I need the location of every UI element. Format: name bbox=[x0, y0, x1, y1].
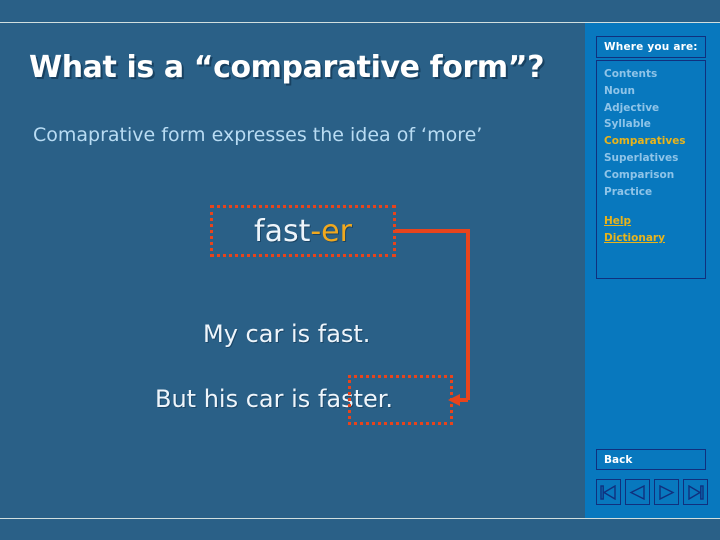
last-icon bbox=[688, 484, 704, 500]
next-slide-button[interactable] bbox=[654, 479, 679, 505]
previous-slide-button[interactable] bbox=[625, 479, 650, 505]
dictionary-link[interactable]: Dictionary bbox=[604, 230, 705, 247]
example-sentence-positive: My car is fast. bbox=[203, 320, 371, 348]
word-suffix: -er bbox=[310, 213, 352, 249]
first-icon bbox=[600, 484, 616, 500]
last-slide-button[interactable] bbox=[683, 479, 708, 505]
comparative-word: fast -er bbox=[210, 205, 396, 257]
first-slide-button[interactable] bbox=[596, 479, 621, 505]
back-button-label: Back bbox=[604, 453, 633, 466]
slide-canvas: What is a “comparative form”? Comaprativ… bbox=[0, 0, 720, 540]
next-icon bbox=[659, 484, 675, 500]
where-you-are-header: Where you are: bbox=[596, 36, 706, 58]
toc-item-comparatives[interactable]: Comparatives bbox=[604, 133, 705, 150]
back-button[interactable]: Back bbox=[596, 449, 706, 470]
page-title: What is a “comparative form”? bbox=[29, 50, 545, 85]
page-subtitle: Comaprative form expresses the idea of ‘… bbox=[33, 124, 483, 146]
toc-spacer bbox=[604, 200, 705, 213]
toc-item-comparison[interactable]: Comparison bbox=[604, 167, 705, 184]
word-stem: fast bbox=[254, 213, 311, 249]
bottom-divider-rule bbox=[0, 518, 720, 519]
slide-navigation-buttons bbox=[596, 479, 708, 505]
toc-item-noun[interactable]: Noun bbox=[604, 83, 705, 100]
help-link[interactable]: Help bbox=[604, 213, 705, 230]
comparative-sentence-callout-box bbox=[348, 375, 453, 425]
navigation-panel: Where you are: Contents Noun Adjective S… bbox=[585, 23, 720, 518]
toc-item-superlatives[interactable]: Superlatives bbox=[604, 150, 705, 167]
where-you-are-label: Where you are: bbox=[604, 41, 698, 53]
toc-item-contents[interactable]: Contents bbox=[604, 66, 705, 83]
toc-item-adjective[interactable]: Adjective bbox=[604, 100, 705, 117]
toc-item-syllable[interactable]: Syllable bbox=[604, 116, 705, 133]
toc-item-practice[interactable]: Practice bbox=[604, 184, 705, 201]
table-of-contents: Contents Noun Adjective Syllable Compara… bbox=[596, 60, 706, 279]
previous-icon bbox=[629, 484, 645, 500]
